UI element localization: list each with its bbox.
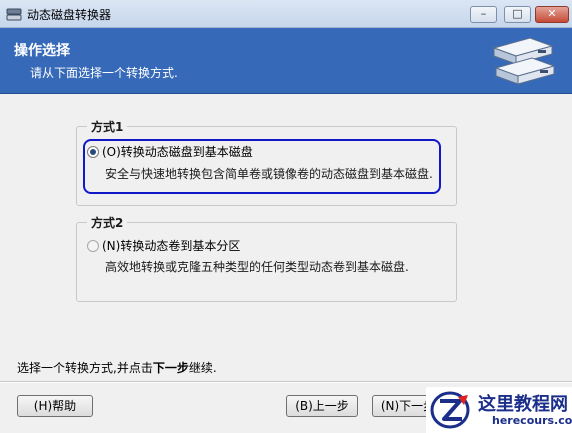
page-subtitle: 请从下面选择一个转换方式. <box>30 66 178 80</box>
watermark: 这里教程网 herecours.com <box>426 387 572 433</box>
back-button[interactable]: (B)上一步 <box>286 395 358 417</box>
watermark-title: 这里教程网 <box>478 394 568 415</box>
maximize-button[interactable]: □ <box>504 6 531 23</box>
title-bar[interactable]: 动态磁盘转换器 – □ ✕ <box>0 0 572 28</box>
app-icon <box>6 8 22 21</box>
watermark-logo-icon <box>430 391 470 429</box>
disk-conversion-icon <box>492 37 556 85</box>
method1-radio[interactable] <box>87 145 99 158</box>
method1-description: 安全与快速地转换包含简单卷或镜像卷的动态磁盘到基本磁盘. <box>105 167 433 181</box>
footer-hint-bold: 下一步 <box>152 361 189 375</box>
method2-legend: 方式2 <box>87 214 128 231</box>
method1-legend: 方式1 <box>87 118 128 135</box>
method2-group: 方式2 (N)转换动态卷到基本分区 高效地转换或克隆五种类型的任何类型动态卷到基… <box>76 214 457 302</box>
method2-option-label: (N)转换动态卷到基本分区 <box>102 239 241 253</box>
method1-option-label: (O)转换动态磁盘到基本磁盘 <box>102 145 253 159</box>
footer-hint: 选择一个转换方式,并点击下一步继续. <box>17 359 217 376</box>
minimize-button[interactable]: – <box>470 6 497 23</box>
wizard-header: 操作选择 请从下面选择一个转换方式. <box>0 28 572 94</box>
method2-radio[interactable] <box>87 239 99 252</box>
help-button[interactable]: (H)帮助 <box>17 395 93 417</box>
footer-divider <box>0 381 572 383</box>
close-button[interactable]: ✕ <box>535 6 569 23</box>
window-title: 动态磁盘转换器 <box>27 8 112 22</box>
method2-description: 高效地转换或克隆五种类型的任何类型动态卷到基本磁盘. <box>105 260 409 274</box>
footer-hint-prefix: 选择一个转换方式,并点击 <box>17 361 153 375</box>
method1-group: 方式1 (O)转换动态磁盘到基本磁盘 安全与快速地转换包含简单卷或镜像卷的动态磁… <box>76 118 457 206</box>
method1-option[interactable]: (O)转换动态磁盘到基本磁盘 <box>87 143 253 160</box>
watermark-url: herecours.com <box>492 414 572 427</box>
page-title: 操作选择 <box>14 43 70 59</box>
footer-hint-suffix: 继续. <box>188 361 217 375</box>
method2-option[interactable]: (N)转换动态卷到基本分区 <box>87 237 240 254</box>
